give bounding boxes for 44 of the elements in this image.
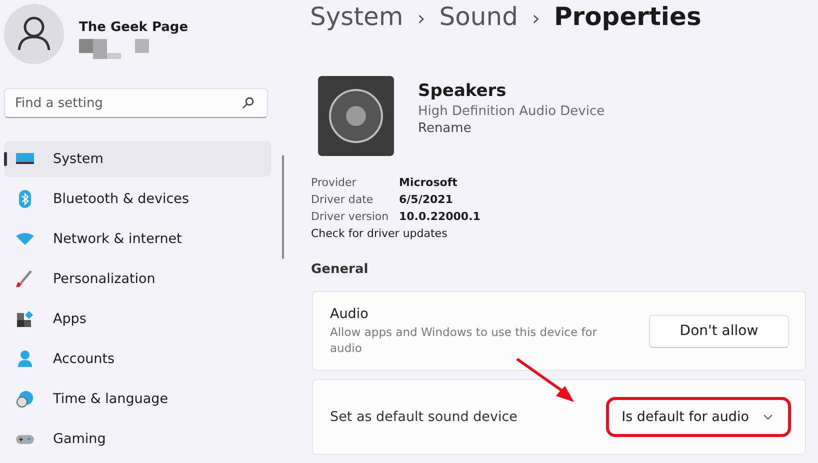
- redacted-email-drawing: [79, 39, 149, 59]
- default-device-dropdown[interactable]: Is default for audio: [612, 403, 785, 431]
- selection-indicator: [4, 152, 7, 166]
- person-icon: [15, 350, 35, 368]
- sidebar-item[interactable]: Network & internet: [4, 221, 271, 257]
- breadcrumb-separator: ›: [417, 6, 426, 30]
- property-label: Driver version: [311, 210, 390, 223]
- property-value: 6/5/2021: [399, 193, 454, 206]
- property-value: Microsoft: [399, 176, 458, 189]
- device-description: High Definition Audio Device: [418, 104, 605, 119]
- sidebar-item[interactable]: Bluetooth & devices: [4, 181, 271, 217]
- speaker-icon: [318, 76, 394, 156]
- clock-icon: [15, 390, 35, 408]
- dont-allow-button[interactable]: Don't allow: [649, 314, 789, 348]
- driver-updates-link[interactable]: Check for driver updates: [311, 227, 448, 240]
- breadcrumb-item: Properties: [554, 2, 702, 31]
- sidebar-item[interactable]: Time & language: [4, 381, 271, 417]
- section-title: General: [311, 262, 368, 277]
- rename-link[interactable]: Rename: [418, 121, 605, 136]
- sidebar-item[interactable]: System: [4, 141, 271, 177]
- avatar-icon: [4, 4, 64, 64]
- sidebar-item[interactable]: Personalization: [4, 261, 271, 297]
- account-name: The Geek Page: [79, 20, 188, 35]
- property-label: Driver date: [311, 193, 374, 206]
- paintbrush-icon: [15, 270, 35, 288]
- device-name: Speakers: [418, 81, 508, 101]
- scrollbar[interactable]: [282, 155, 284, 259]
- chevron-down-icon: [763, 414, 773, 420]
- search-field[interactable]: Find a setting: [4, 88, 268, 118]
- setting-description: Allow apps and Windows to use this device for audio: [330, 324, 598, 356]
- sidebar-item[interactable]: Accounts: [4, 341, 271, 377]
- annotation-arrow: [514, 358, 576, 404]
- wifi-icon: [15, 230, 35, 248]
- apps-icon: [15, 310, 35, 328]
- property-label: Provider: [311, 176, 358, 189]
- breadcrumb-item[interactable]: System: [310, 2, 404, 31]
- search-icon: [242, 97, 254, 109]
- sidebar-item[interactable]: Apps: [4, 301, 271, 337]
- breadcrumb-separator: ›: [532, 6, 540, 30]
- setting-title: Set as default sound device: [330, 409, 518, 425]
- property-value: 10.0.22000.1: [399, 210, 480, 223]
- sidebar-item[interactable]: Gaming: [4, 421, 271, 457]
- setting-title: Audio: [330, 306, 370, 322]
- breadcrumb-item[interactable]: Sound: [439, 2, 518, 31]
